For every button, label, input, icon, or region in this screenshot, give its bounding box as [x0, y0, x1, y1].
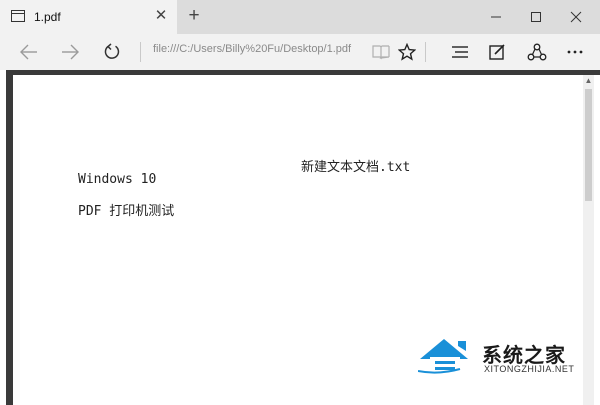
hub-icon [452, 46, 468, 58]
reading-view-icon [372, 45, 390, 60]
share-icon [527, 43, 547, 61]
document-line-1: Windows 10 [78, 172, 157, 187]
more-icon [567, 50, 583, 54]
share-button[interactable] [522, 38, 552, 66]
scroll-up-arrow-icon[interactable]: ▲ [583, 76, 594, 86]
forward-button[interactable] [55, 38, 85, 66]
window-close-button[interactable] [556, 0, 596, 34]
favorite-button[interactable] [392, 38, 422, 66]
more-button[interactable] [560, 38, 590, 66]
title-bar: 1.pdf ✕ + [0, 0, 600, 34]
maximize-icon [531, 12, 541, 22]
minimize-button[interactable] [476, 0, 516, 34]
web-note-button[interactable] [482, 38, 512, 66]
page-icon [11, 10, 25, 22]
back-button[interactable] [14, 38, 44, 66]
favorite-star-icon [398, 43, 416, 61]
toolbar-separator [425, 42, 426, 62]
viewer-left-border [6, 70, 13, 405]
document-header: 新建文本文档.txt [301, 160, 411, 175]
watermark-site: XITONGZHIJIA.NET [484, 364, 575, 374]
refresh-button[interactable] [97, 38, 127, 66]
maximize-button[interactable] [516, 0, 556, 34]
address-separator [140, 42, 141, 62]
tab-active[interactable]: 1.pdf ✕ [0, 0, 177, 34]
scroll-thumb[interactable] [585, 89, 592, 201]
web-note-icon [489, 44, 505, 60]
minimize-icon [491, 16, 501, 18]
close-icon [570, 11, 582, 23]
hub-button[interactable] [445, 38, 475, 66]
forward-arrow-icon [62, 44, 79, 60]
new-tab-button[interactable]: + [183, 6, 205, 28]
document-line-2: PDF 打印机测试 [78, 204, 175, 219]
refresh-icon [104, 43, 120, 59]
tab-title: 1.pdf [34, 10, 61, 24]
back-arrow-icon [20, 44, 37, 60]
navigation-bar: file:///C:/Users/Billy%20Fu/Desktop/1.pd… [0, 34, 600, 70]
vertical-scrollbar[interactable]: ▲ [583, 75, 594, 405]
tab-close-button[interactable]: ✕ [152, 7, 170, 25]
address-bar[interactable]: file:///C:/Users/Billy%20Fu/Desktop/1.pd… [153, 43, 361, 61]
